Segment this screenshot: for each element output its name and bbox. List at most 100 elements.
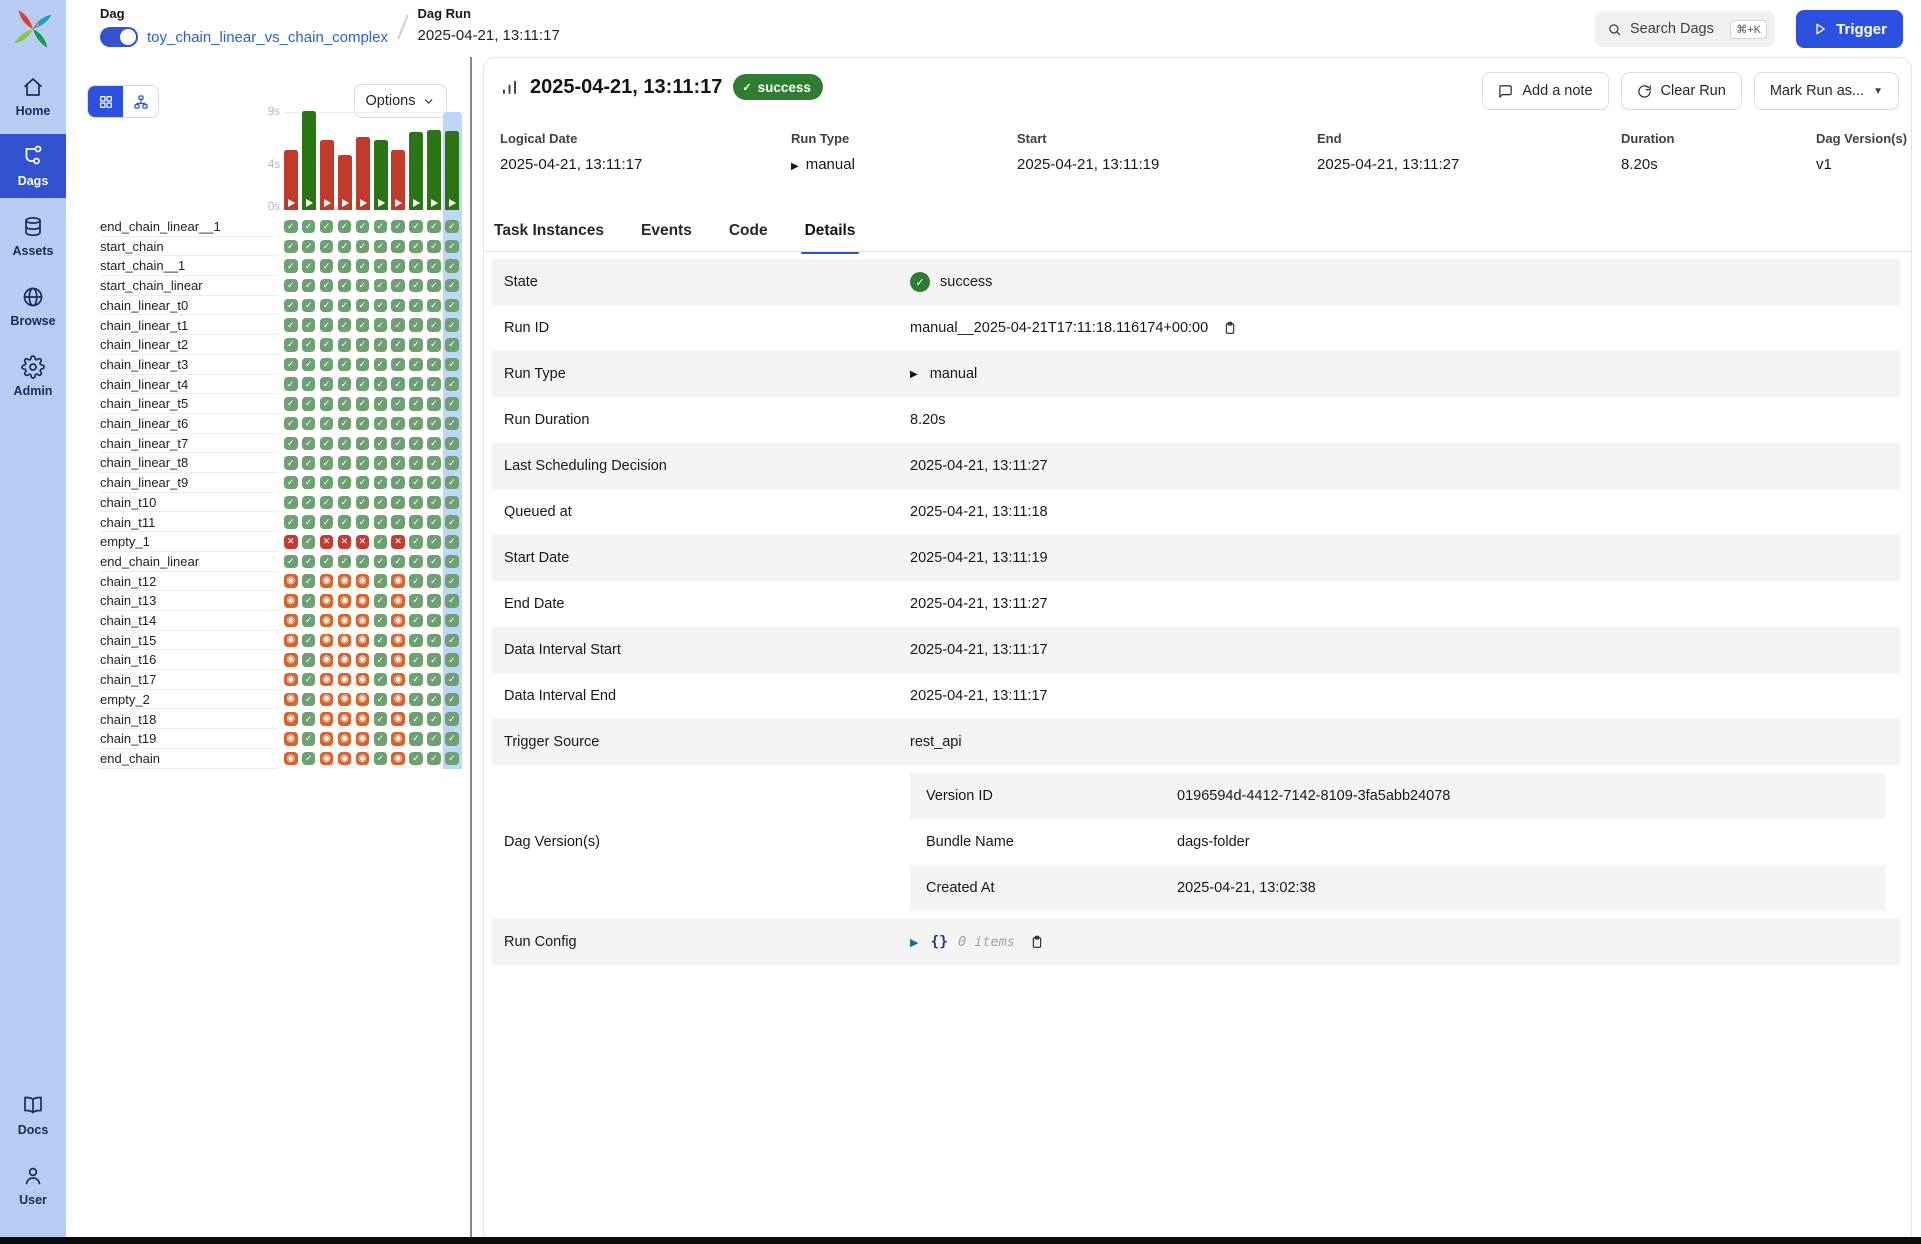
task-name[interactable]: chain_t15 (100, 633, 156, 648)
task-status-cell-success[interactable]: ✓ (356, 358, 370, 372)
task-status-cell-success[interactable]: ✓ (445, 318, 459, 332)
task-name[interactable]: start_chain__1 (100, 258, 185, 273)
task-status-cell-success[interactable]: ✓ (302, 358, 316, 372)
task-status-cell-success[interactable]: ✓ (302, 574, 316, 588)
task-status-cell-success[interactable]: ✓ (338, 220, 352, 234)
task-status-cell-success[interactable]: ✓ (302, 653, 316, 667)
task-status-cell-success[interactable]: ✓ (409, 417, 423, 431)
task-status-cell-success[interactable]: ✓ (302, 417, 316, 431)
task-status-cell-success[interactable]: ✓ (284, 377, 298, 391)
task-status-cell-success[interactable]: ✓ (409, 496, 423, 510)
task-status-cell-success[interactable]: ✓ (409, 338, 423, 352)
task-status-cell-success[interactable]: ✓ (302, 220, 316, 234)
task-status-cell-success[interactable]: ✓ (284, 299, 298, 313)
trigger-button[interactable]: Trigger (1796, 10, 1903, 48)
task-status-cell-success[interactable]: ✓ (427, 456, 441, 470)
task-status-cell-upstream_failed[interactable]: ◉ (356, 634, 370, 648)
task-status-cell-upstream_failed[interactable]: ◉ (338, 614, 352, 628)
task-status-cell-upstream_failed[interactable]: ◉ (338, 574, 352, 588)
task-status-cell-success[interactable]: ✓ (302, 535, 316, 549)
task-status-cell-success[interactable]: ✓ (409, 279, 423, 293)
task-status-cell-success[interactable]: ✓ (284, 555, 298, 569)
task-status-cell-upstream_failed[interactable]: ◉ (284, 693, 298, 707)
task-status-cell-upstream_failed[interactable]: ◉ (284, 732, 298, 746)
task-status-cell-success[interactable]: ✓ (391, 417, 405, 431)
task-status-cell-success[interactable]: ✓ (356, 220, 370, 234)
task-status-cell-success[interactable]: ✓ (445, 555, 459, 569)
task-status-cell-success[interactable]: ✓ (409, 634, 423, 648)
task-status-cell-success[interactable]: ✓ (427, 693, 441, 707)
run-duration-bar[interactable] (356, 137, 370, 210)
task-status-cell-success[interactable]: ✓ (302, 397, 316, 411)
task-status-cell-success[interactable]: ✓ (409, 397, 423, 411)
task-status-cell-success[interactable]: ✓ (338, 240, 352, 254)
task-status-cell-upstream_failed[interactable]: ◉ (320, 614, 334, 628)
task-status-cell-upstream_failed[interactable]: ◉ (391, 653, 405, 667)
task-name[interactable]: chain_linear_t1 (100, 318, 188, 333)
task-status-cell-success[interactable]: ✓ (445, 377, 459, 391)
task-status-cell-success[interactable]: ✓ (338, 496, 352, 510)
task-status-cell-success[interactable]: ✓ (374, 634, 388, 648)
task-status-cell-success[interactable]: ✓ (284, 496, 298, 510)
task-status-cell-success[interactable]: ✓ (391, 259, 405, 273)
task-status-cell-success[interactable]: ✓ (409, 673, 423, 687)
task-status-cell-success[interactable]: ✓ (409, 259, 423, 273)
task-status-cell-upstream_failed[interactable]: ◉ (391, 673, 405, 687)
task-status-cell-upstream_failed[interactable]: ◉ (320, 574, 334, 588)
run-duration-bar[interactable] (320, 140, 334, 210)
task-name[interactable]: chain_linear_t3 (100, 357, 188, 372)
task-status-cell-success[interactable]: ✓ (356, 515, 370, 529)
task-status-cell-success[interactable]: ✓ (409, 594, 423, 608)
task-status-cell-success[interactable]: ✓ (284, 358, 298, 372)
task-name[interactable]: end_chain_linear (100, 554, 199, 569)
copy-run-id-button[interactable] (1222, 320, 1238, 336)
sidebar-item-dags[interactable]: Dags (0, 134, 66, 198)
task-name[interactable]: chain_t18 (100, 712, 156, 727)
task-status-cell-success[interactable]: ✓ (320, 358, 334, 372)
task-status-cell-success[interactable]: ✓ (374, 535, 388, 549)
task-status-cell-success[interactable]: ✓ (445, 653, 459, 667)
task-name[interactable]: chain_linear_t9 (100, 475, 188, 490)
task-status-cell-success[interactable]: ✓ (374, 515, 388, 529)
task-status-cell-success[interactable]: ✓ (374, 338, 388, 352)
dag-enabled-toggle[interactable] (100, 27, 138, 47)
task-status-cell-success[interactable]: ✓ (427, 555, 441, 569)
task-status-cell-success[interactable]: ✓ (374, 279, 388, 293)
task-status-cell-failed[interactable]: ✕ (356, 535, 370, 549)
task-status-cell-success[interactable]: ✓ (320, 456, 334, 470)
task-status-cell-success[interactable]: ✓ (427, 673, 441, 687)
task-status-cell-upstream_failed[interactable]: ◉ (356, 752, 370, 766)
sidebar-item-docs[interactable]: Docs (0, 1083, 66, 1147)
task-status-cell-upstream_failed[interactable]: ◉ (391, 693, 405, 707)
task-status-cell-success[interactable]: ✓ (302, 752, 316, 766)
task-status-cell-upstream_failed[interactable]: ◉ (284, 712, 298, 726)
task-status-cell-success[interactable]: ✓ (445, 299, 459, 313)
task-status-cell-success[interactable]: ✓ (427, 338, 441, 352)
task-status-cell-success[interactable]: ✓ (391, 358, 405, 372)
task-status-cell-success[interactable]: ✓ (374, 299, 388, 313)
expand-caret-icon[interactable]: ▶ (910, 936, 918, 949)
task-status-cell-success[interactable]: ✓ (409, 614, 423, 628)
tab-task-instances[interactable]: Task Instances (492, 216, 606, 252)
task-status-cell-success[interactable]: ✓ (409, 318, 423, 332)
task-status-cell-success[interactable]: ✓ (338, 259, 352, 273)
task-status-cell-upstream_failed[interactable]: ◉ (391, 732, 405, 746)
task-status-cell-upstream_failed[interactable]: ◉ (320, 634, 334, 648)
task-status-cell-upstream_failed[interactable]: ◉ (356, 574, 370, 588)
task-status-cell-success[interactable]: ✓ (445, 614, 459, 628)
task-status-cell-success[interactable]: ✓ (374, 456, 388, 470)
task-status-cell-success[interactable]: ✓ (391, 338, 405, 352)
task-status-cell-success[interactable]: ✓ (302, 437, 316, 451)
task-status-cell-success[interactable]: ✓ (409, 437, 423, 451)
task-status-cell-success[interactable]: ✓ (302, 476, 316, 490)
task-status-cell-success[interactable]: ✓ (427, 614, 441, 628)
task-name[interactable]: chain_linear_t5 (100, 396, 188, 411)
task-status-cell-success[interactable]: ✓ (427, 653, 441, 667)
task-status-cell-upstream_failed[interactable]: ◉ (356, 653, 370, 667)
task-status-cell-success[interactable]: ✓ (284, 240, 298, 254)
task-status-cell-success[interactable]: ✓ (356, 456, 370, 470)
task-status-cell-success[interactable]: ✓ (445, 594, 459, 608)
task-status-cell-success[interactable]: ✓ (338, 417, 352, 431)
task-status-cell-success[interactable]: ✓ (338, 476, 352, 490)
task-status-cell-upstream_failed[interactable]: ◉ (320, 732, 334, 746)
